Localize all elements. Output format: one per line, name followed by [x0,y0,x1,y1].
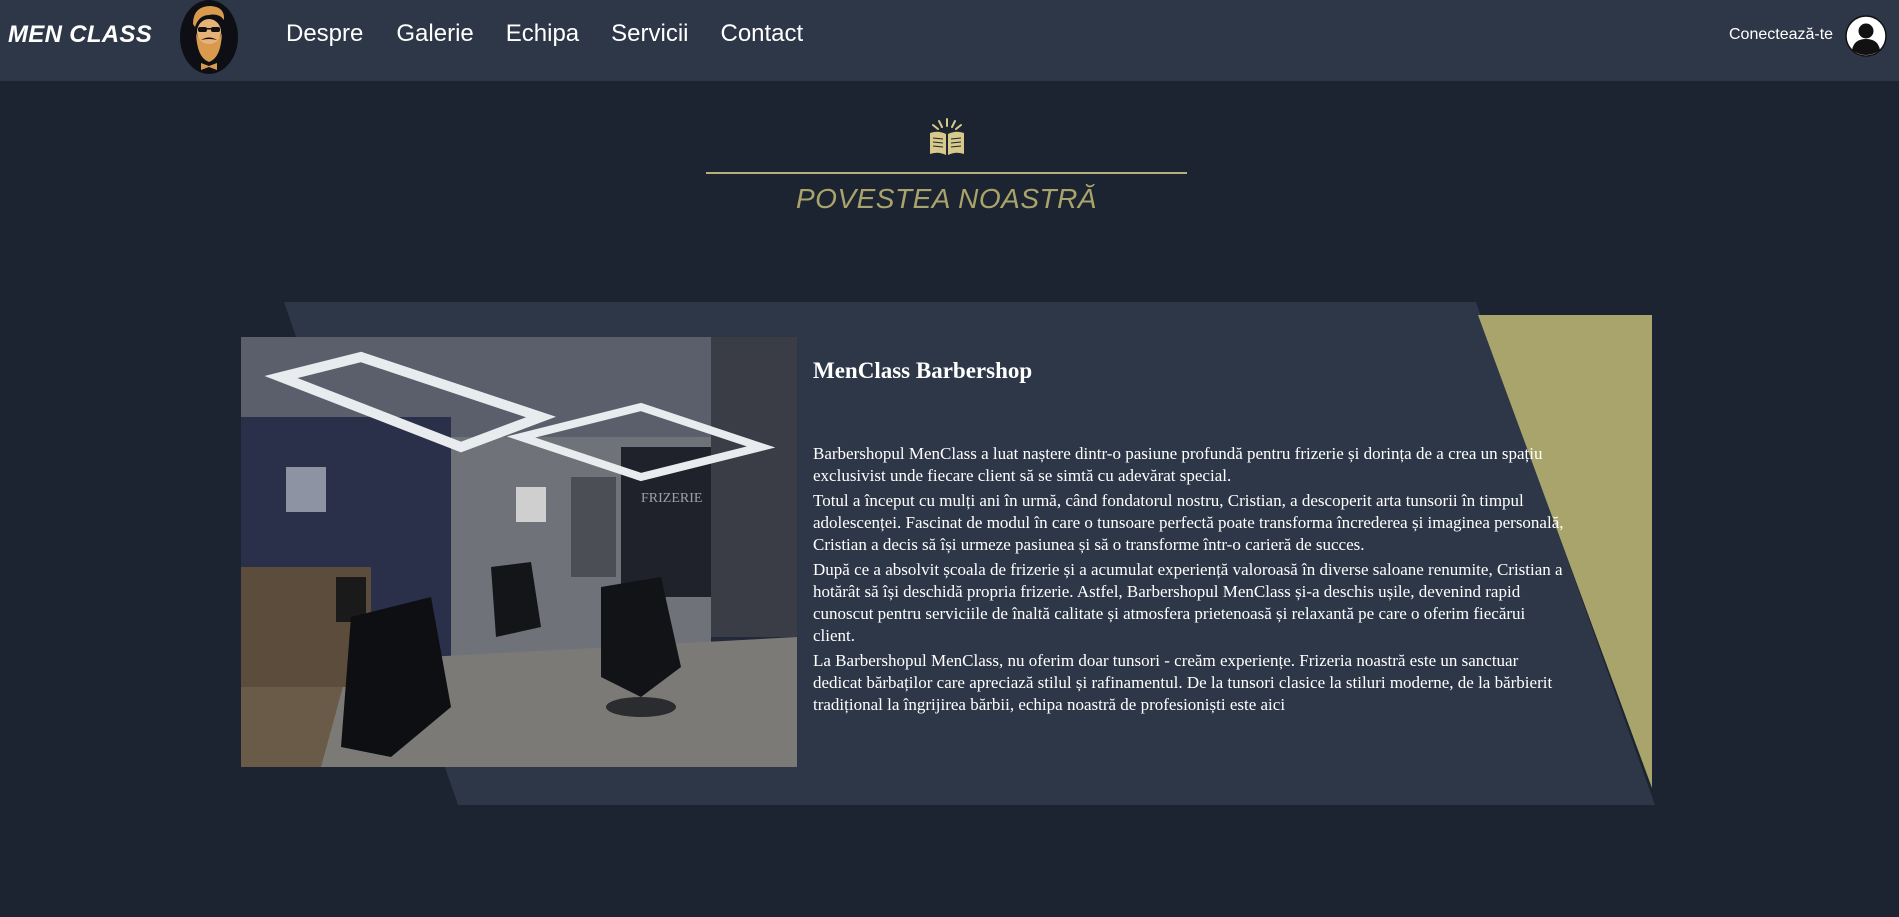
story-title: MenClass Barbershop [813,358,1033,383]
top-navbar: MEN CLASS Despre Galerie Echipa Servicii… [0,0,1899,81]
bearded-man-logo-icon[interactable] [179,0,239,75]
barbershop-interior-photo: FRIZERIE [241,337,797,767]
story-text: Barbershopul MenClass a luat naștere din… [813,443,1565,748]
story-paragraph: Totul a început cu mulți ani în urmă, câ… [813,491,1564,554]
story-paragraph: La Barbershopul MenClass, nu oferim doar… [813,651,1553,714]
svg-text:FRIZERIE: FRIZERIE [641,491,702,506]
story-paragraph: După ce a absolvit școala de frizerie și… [813,560,1563,645]
section-title: POVESTEA NOASTRĂ [795,183,1098,214]
nav-link-galerie[interactable]: Galerie [396,20,473,48]
login-link[interactable]: Conectează-te [1729,26,1833,44]
section-title-divider [706,172,1187,174]
brand-name[interactable]: MEN CLASS [8,21,152,49]
story-paragraph: Barbershopul MenClass a luat naștere din… [813,444,1543,485]
open-book-icon [930,118,964,155]
nav-link-echipa[interactable]: Echipa [506,20,579,48]
nav-link-servicii[interactable]: Servicii [611,20,688,48]
nav-link-contact[interactable]: Contact [720,20,803,48]
nav-links: Despre Galerie Echipa Servicii Contact [286,20,835,48]
user-avatar-icon[interactable] [1845,15,1887,57]
nav-link-despre[interactable]: Despre [286,20,363,48]
